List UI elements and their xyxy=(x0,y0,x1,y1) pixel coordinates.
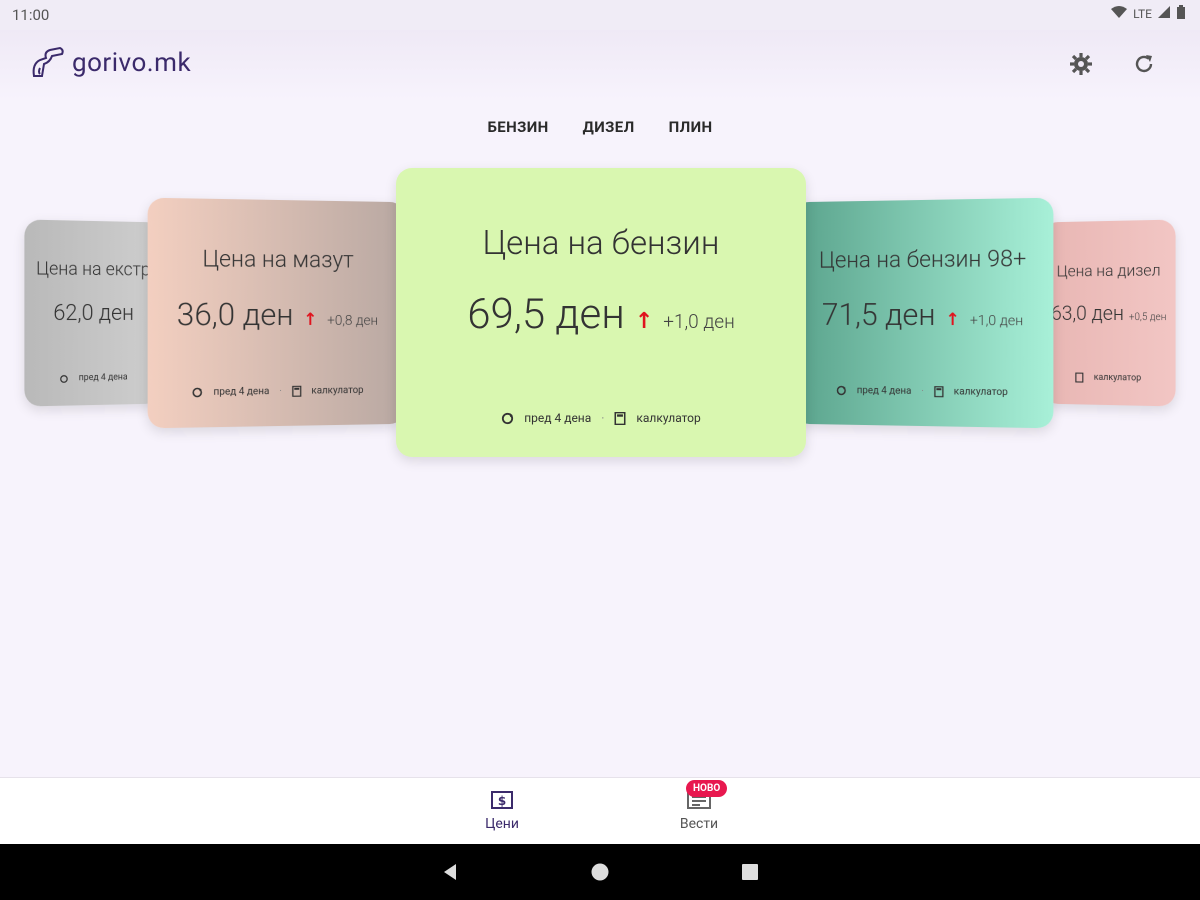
price-card-extra[interactable]: Цена на екстр 62,0 ден пред 4 дена xyxy=(24,219,162,407)
card-title: Цена на дизел xyxy=(1056,260,1161,281)
fuel-tabs: БЕНЗИН ДИЗЕЛ ПЛИН xyxy=(0,118,1200,142)
signal-icon xyxy=(1158,6,1170,21)
system-nav-bar xyxy=(0,844,1200,900)
newspaper-icon xyxy=(686,791,712,814)
card-updated: пред 4 дена xyxy=(856,385,912,397)
calculator-link[interactable]: калкулатор xyxy=(636,411,700,425)
nav-label-prices: Цени xyxy=(485,816,519,832)
new-badge: НОВО xyxy=(686,780,728,797)
card-delta: +0,5 ден xyxy=(1128,311,1167,324)
calculator-link[interactable]: калкулатор xyxy=(954,386,1008,398)
nav-item-prices[interactable]: $ Цени xyxy=(462,790,542,832)
back-icon[interactable] xyxy=(440,862,460,886)
refresh-icon xyxy=(60,374,69,383)
price-card-benzin[interactable]: Цена на бензин 69,5 ден ↑ +1,0 ден пред … xyxy=(396,168,806,457)
price-card-mazut[interactable]: Цена на мазут 36,0 ден ↑ +0,8 ден пред 4… xyxy=(147,197,406,429)
arrow-up-icon: ↑ xyxy=(634,309,654,334)
gear-icon xyxy=(1069,52,1093,80)
fuel-nozzle-icon xyxy=(28,42,66,84)
tab-dizel[interactable]: ДИЗЕЛ xyxy=(566,118,652,142)
home-icon[interactable] xyxy=(590,862,610,886)
card-delta: +0,8 ден xyxy=(327,313,379,329)
settings-button[interactable] xyxy=(1067,52,1095,80)
refresh-icon xyxy=(1132,52,1156,80)
card-delta: +1,0 ден xyxy=(663,310,735,333)
card-title: Цена на бензин 98+ xyxy=(819,244,1027,274)
refresh-icon xyxy=(501,412,514,425)
refresh-button[interactable] xyxy=(1130,52,1158,80)
card-title: Цена на екстр xyxy=(36,258,151,281)
status-time: 11:00 xyxy=(12,6,50,24)
status-icons: LTE xyxy=(1111,5,1186,22)
price-card-dizel[interactable]: Цена на дизел 63,0 ден +0,5 ден калкулат… xyxy=(1042,219,1176,407)
card-price: 71,5 ден xyxy=(821,295,936,334)
app-logo-text: gorivo.mk xyxy=(72,48,192,78)
card-updated: пред 4 дена xyxy=(213,386,270,398)
card-price: 69,5 ден xyxy=(467,290,625,339)
svg-text:$: $ xyxy=(498,794,506,808)
wifi-icon xyxy=(1111,5,1128,22)
status-bar: 11:00 LTE xyxy=(0,0,1200,30)
calculator-icon xyxy=(934,386,944,397)
app-bar: gorivo.mk xyxy=(0,30,1200,100)
calculator-icon xyxy=(614,411,626,425)
calculator-icon xyxy=(292,386,302,397)
calculator-link[interactable]: калкулатор xyxy=(311,385,363,397)
card-delta: +1,0 ден xyxy=(969,313,1024,330)
network-type: LTE xyxy=(1133,6,1152,21)
tab-plin[interactable]: ПЛИН xyxy=(652,118,730,142)
refresh-icon xyxy=(836,385,847,396)
arrow-up-icon: ↑ xyxy=(945,309,960,331)
calculator-link[interactable]: калкулатор xyxy=(1094,373,1141,384)
card-price: 36,0 ден xyxy=(176,295,294,334)
card-updated: пред 4 дена xyxy=(78,372,128,384)
card-price: 63,0 ден xyxy=(1051,300,1124,326)
card-title: Цена на мазут xyxy=(202,245,354,274)
refresh-icon xyxy=(192,387,203,398)
app-logo: gorivo.mk xyxy=(28,42,191,84)
price-card-benzin-98[interactable]: Цена на бензин 98+ 71,5 ден ↑ +1,0 ден п… xyxy=(793,197,1054,429)
tab-benzin[interactable]: БЕНЗИН xyxy=(470,118,565,142)
card-title: Цена на бензин xyxy=(482,224,720,263)
card-updated: пред 4 дена xyxy=(524,411,592,425)
card-price: 62,0 ден xyxy=(53,300,134,327)
calculator-icon xyxy=(1075,373,1084,383)
price-tag-icon: $ xyxy=(490,791,514,814)
bottom-navigation: $ Цени НОВО Вести xyxy=(0,777,1200,845)
recents-icon[interactable] xyxy=(740,862,760,886)
battery-icon xyxy=(1176,5,1186,22)
nav-label-news: Вести xyxy=(679,816,719,832)
arrow-up-icon: ↑ xyxy=(303,310,318,330)
